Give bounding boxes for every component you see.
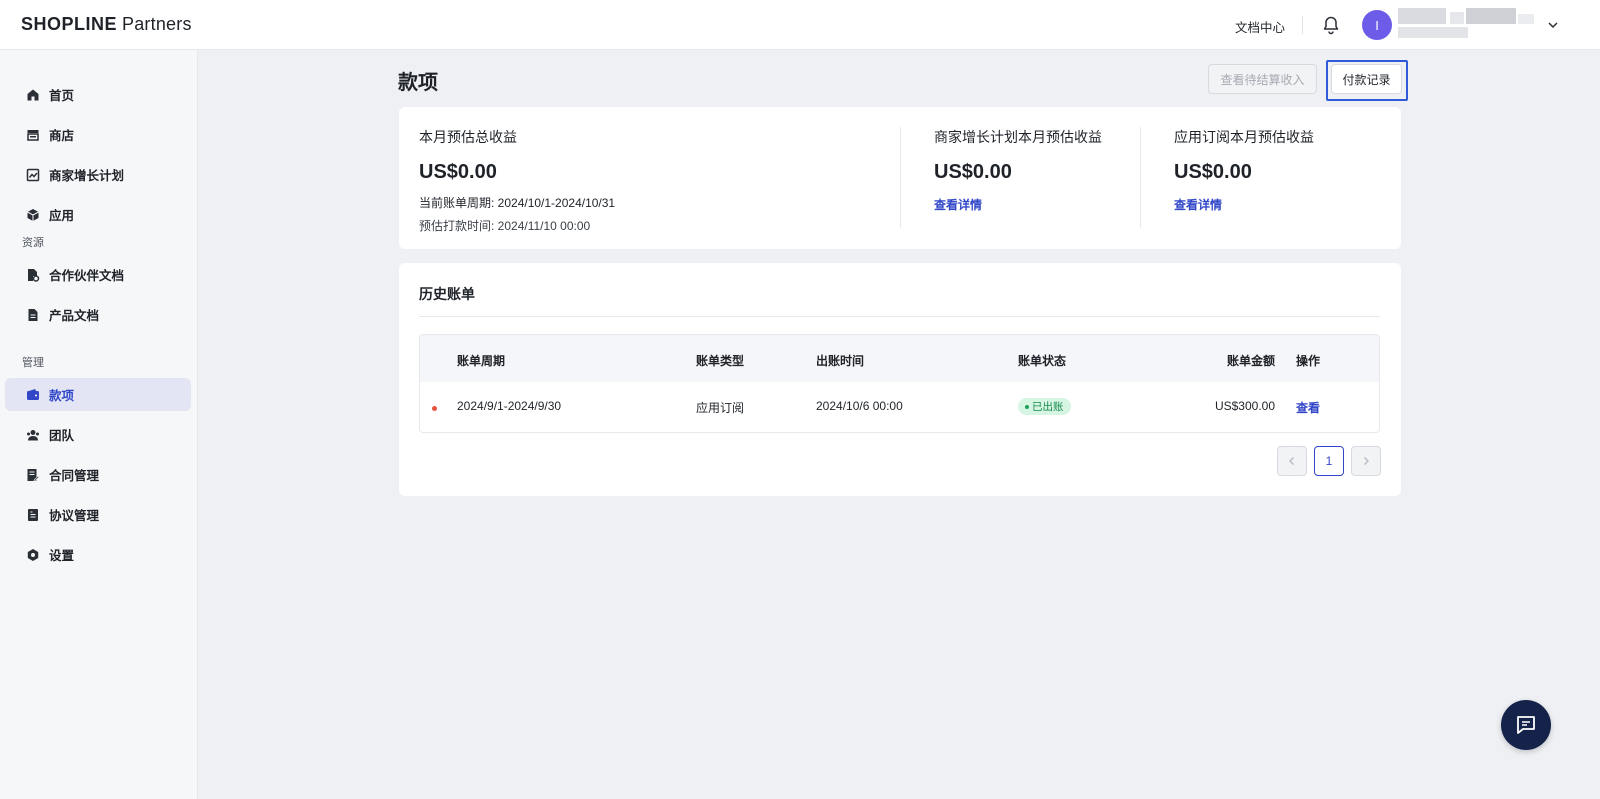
brand-main: SHOPLINE [21,14,118,34]
column-header: 出账时间 [816,354,865,368]
row-period: 2024/9/1-2024/9/30 [457,399,562,413]
column-header: 账单周期 [457,354,506,368]
sidebar-item-label: 首页 [49,89,75,103]
avatar[interactable]: I [1362,10,1392,40]
sidebar-item-label: 设置 [49,549,75,563]
row-amount: US$300.00 [1214,399,1275,413]
header-divider [1302,16,1303,34]
page-number-current[interactable]: 1 [1314,446,1344,476]
status-badge: 已出账 [1018,398,1071,415]
user-info-redacted[interactable] [1398,8,1536,40]
brand-suffix: Partners [122,14,192,34]
sidebar-item-apps[interactable]: 应用 [5,198,191,231]
row-billed-at: 2024/10/6 00:00 [816,399,903,413]
sidebar-item-payments[interactable]: 款项 [5,378,191,411]
divider [419,316,1380,317]
settings-icon [26,548,40,562]
sidebar-item-store[interactable]: 商店 [5,118,191,151]
sidebar-item-label: 产品文档 [49,309,100,323]
unread-dot [432,406,437,411]
total-earnings-label: 本月预估总收益 [419,129,517,145]
sidebar-item-product-docs[interactable]: 产品文档 [5,298,191,331]
subscription-details-link[interactable]: 查看详情 [1174,196,1314,213]
home-icon [26,88,40,102]
sidebar-item-label: 协议管理 [49,509,100,523]
contract-icon [26,468,40,482]
column-header: 账单类型 [696,354,745,368]
view-bill-link[interactable]: 查看 [1296,399,1320,416]
wallet-icon [26,388,40,402]
sidebar-item-agreements[interactable]: 协议管理 [5,498,191,531]
growth-plan-label: 商家增长计划本月预估收益 [934,129,1102,145]
bell-icon[interactable] [1322,15,1340,35]
chart-icon [26,168,40,182]
sidebar-item-label: 团队 [49,429,75,443]
subscription-earnings: 应用订阅本月预估收益 US$0.00 查看详情 [1174,127,1314,213]
chevron-left-icon [1289,457,1294,465]
status-dot [1025,404,1029,409]
summary-divider [900,127,901,228]
agreement-icon [26,508,40,522]
status-text: 已出账 [1032,401,1064,413]
total-earnings-amount: US$0.00 [419,161,497,183]
sidebar-item-label: 合作伙伴文档 [49,269,125,283]
doc-gear-icon [26,268,40,282]
payment-records-button[interactable]: 付款记录 [1331,64,1402,94]
growth-plan-details-link[interactable]: 查看详情 [934,196,1102,213]
chat-support-button[interactable] [1501,700,1551,750]
page-title: 款项 [398,72,438,94]
sidebar-item-label: 商店 [49,129,75,143]
row-type: 应用订阅 [696,401,745,415]
chevron-right-icon [1364,457,1369,465]
column-header: 账单状态 [1018,354,1067,368]
sidebar-item-growth-plan[interactable]: 商家增长计划 [5,158,191,191]
sidebar-item-label: 应用 [49,209,75,223]
sidebar-item-partner-docs[interactable]: 合作伙伴文档 [5,258,191,291]
top-bar: SHOPLINE Partners 文档中心 I [0,0,1600,50]
prev-page-button[interactable] [1277,446,1307,476]
sidebar-item-label: 商家增长计划 [49,169,125,183]
section-manage: 管理 [22,357,44,369]
sidebar-item-label: 合同管理 [49,469,100,483]
column-header: 账单金额 [1226,354,1275,368]
next-page-button[interactable] [1351,446,1381,476]
team-icon [26,428,40,442]
subscription-label: 应用订阅本月预估收益 [1174,129,1314,145]
section-resources: 资源 [22,237,44,249]
sidebar-item-home[interactable]: 首页 [5,78,191,111]
history-title: 历史账单 [419,286,475,302]
docs-center-link[interactable]: 文档中心 [1235,17,1285,36]
total-earnings: 本月预估总收益 US$0.00 当前账单周期: 2024/10/1-2024/1… [419,127,615,234]
sidebar-item-team[interactable]: 团队 [5,418,191,451]
earnings-summary-card: 本月预估总收益 US$0.00 当前账单周期: 2024/10/1-2024/1… [399,107,1401,249]
subscription-amount: US$0.00 [1174,161,1252,183]
view-pending-income-button[interactable]: 查看待结算收入 [1208,64,1317,94]
chevron-down-icon[interactable] [1546,18,1560,32]
box-icon [26,208,40,222]
billing-history-card: 历史账单 账单周期 账单类型 出账时间 账单状态 账单金额 操作 2024/9/… [399,263,1401,496]
sidebar-item-label: 款项 [49,389,75,403]
sidebar-item-contracts[interactable]: 合同管理 [5,458,191,491]
billing-period: 当前账单周期: 2024/10/1-2024/10/31 [419,196,616,210]
payout-time: 预估打款时间: 2024/11/10 00:00 [419,219,591,233]
growth-plan-earnings: 商家增长计划本月预估收益 US$0.00 查看详情 [934,127,1102,213]
chat-icon [1517,716,1535,734]
sidebar: 首页 商店 商家增长计划 应用 资源 合作伙伴文档 产品文档 管理 款项 团队 … [0,50,198,799]
billing-table: 账单周期 账单类型 出账时间 账单状态 账单金额 操作 2024/9/1-202… [419,334,1380,433]
doc-icon [26,308,40,322]
brand-logo[interactable]: SHOPLINE Partners [21,14,192,35]
store-icon [26,128,40,142]
sidebar-item-settings[interactable]: 设置 [5,538,191,571]
growth-plan-amount: US$0.00 [934,161,1012,183]
summary-divider [1140,127,1141,228]
column-header: 操作 [1296,354,1321,368]
